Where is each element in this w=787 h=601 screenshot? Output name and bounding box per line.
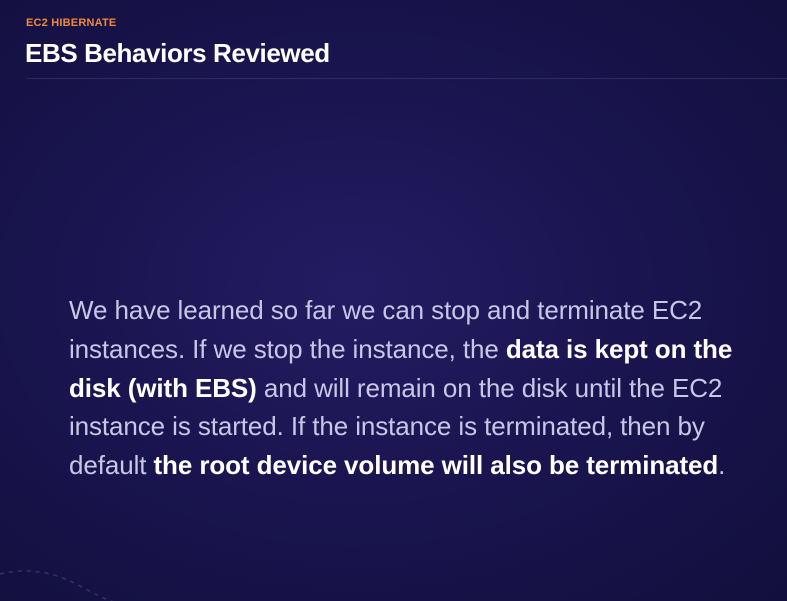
decorative-dashed-arc [0,570,120,601]
page-title: EBS Behaviors Reviewed [25,38,330,68]
slide: EC2 HIBERNATE EBS Behaviors Reviewed We … [0,0,787,601]
paragraph-text-3: . [718,450,726,481]
header-divider [26,78,787,79]
body-paragraph: We have learned so far we can stop and t… [69,291,781,485]
section-eyebrow: EC2 HIBERNATE [26,17,117,29]
paragraph-emphasis-2: the root device volume will also be term… [153,450,719,481]
